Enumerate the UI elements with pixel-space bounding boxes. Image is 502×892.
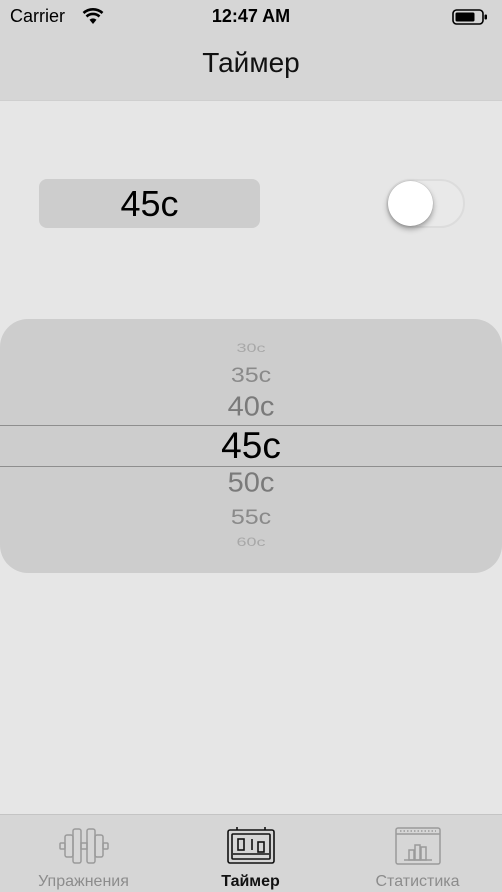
timer-clock-icon [226,827,275,864]
picker-option[interactable]: 55с [0,505,502,530]
duration-picker[interactable]: 30с 35с 40с 45с 50с 55с 60с [0,319,502,573]
navigation-bar: Таймер [0,34,502,101]
status-bar: Carrier 12:47 AM [0,0,502,34]
tab-statistics[interactable]: Статистика [334,815,501,892]
picker-option[interactable]: 60с [0,536,502,550]
picker-option[interactable]: 35с [0,363,502,388]
tab-bar: Упражнения Таймер Статистика [0,814,502,892]
tab-timer[interactable]: Таймер [167,815,334,892]
dumbbell-icon [58,828,109,864]
status-time: 12:47 AM [211,6,291,26]
battery-icon [452,9,487,25]
picker-option[interactable]: 40с [0,392,502,423]
page-title: Таймер [202,47,300,78]
tab-exercises-label: Упражнения [38,873,129,890]
tab-statistics-label: Статистика [375,873,460,890]
timer-value-display: 45с [39,179,260,228]
timer-toggle-switch[interactable] [386,179,465,228]
picker-option[interactable]: 30с [0,342,502,356]
picker-option-selected[interactable]: 45с [0,425,502,467]
toggle-knob [388,181,433,226]
picker-option[interactable]: 50с [0,468,502,499]
tab-timer-label: Таймер [221,873,280,890]
tab-exercises[interactable]: Упражнения [0,815,167,892]
bar-chart-icon [394,827,441,865]
